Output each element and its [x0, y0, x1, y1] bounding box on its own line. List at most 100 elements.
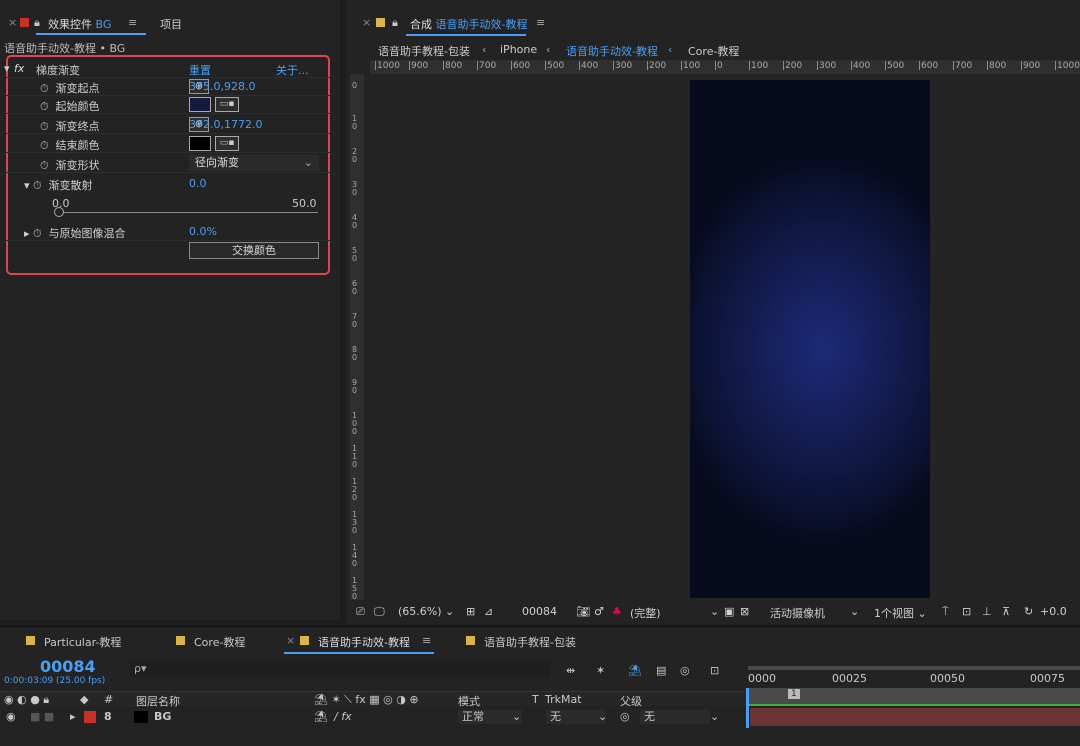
scatter-slider-handle[interactable]	[54, 207, 64, 217]
draft-3d-icon[interactable]: ✶	[596, 664, 605, 677]
eyedropper-icon[interactable]: ▭▪	[215, 97, 239, 112]
comp-marker[interactable]: 1	[788, 689, 800, 699]
expand-arrow-icon[interactable]: ▾	[4, 62, 10, 75]
composition-mini-flowchart-icon[interactable]: ⇹	[566, 664, 575, 677]
shape-dropdown[interactable]: 径向渐变 ⌄	[189, 155, 319, 171]
tab-effect-controls[interactable]: 效果控件 BG	[48, 16, 111, 32]
blend-value[interactable]: 0.0%	[189, 225, 217, 238]
param-label: 渐变终点	[55, 120, 100, 133]
fit-icon[interactable]: ⊞	[466, 605, 475, 618]
scatter-value[interactable]: 0.0	[189, 177, 207, 190]
timeline-icon[interactable]: ⊥	[982, 605, 992, 618]
end-color-swatch[interactable]	[189, 136, 211, 151]
breadcrumb-item-active[interactable]: 语音助手动效-教程	[566, 43, 658, 59]
grid-icon[interactable]: ⊿	[484, 605, 493, 618]
chevron-down-icon[interactable]: ⌄	[850, 605, 859, 618]
shy-switch-icon[interactable]: ⛱	[314, 710, 328, 723]
tab-timeline[interactable]: 语音助手教程-包装	[484, 634, 576, 650]
stopwatch-icon[interactable]: ⏱︎	[40, 100, 52, 114]
tab-timeline[interactable]: Particular-教程	[44, 634, 121, 650]
tab-timeline-active[interactable]: 语音助手动效-教程	[318, 634, 410, 650]
fx-icon[interactable]: fx	[14, 62, 24, 75]
ruler-tick-label: |900	[408, 61, 429, 71]
start-point-value[interactable]: 375.0,928.0	[189, 80, 255, 93]
always-preview-icon[interactable]: ⎚	[356, 605, 365, 619]
resolution-dropdown[interactable]: (完整)	[630, 605, 661, 621]
layer-label-color[interactable]	[84, 711, 96, 726]
close-tab-icon[interactable]: ×	[362, 16, 371, 29]
breadcrumb-item[interactable]: 语音助手教程-包装	[378, 43, 470, 59]
show-snapshot-icon[interactable]: ♂	[594, 605, 604, 618]
reset-exposure-icon[interactable]: ↻	[1024, 605, 1033, 618]
work-area-bar[interactable]	[748, 666, 1080, 670]
chevron-down-icon[interactable]: ⌄	[598, 710, 607, 723]
lock-icon[interactable]: 🔒︎	[392, 16, 398, 30]
stopwatch-icon[interactable]: ⏱︎	[40, 120, 52, 134]
stopwatch-icon[interactable]: ⏱︎	[33, 179, 45, 193]
panel-menu-icon[interactable]: ≡	[128, 16, 137, 29]
tab-project[interactable]: 项目	[160, 16, 182, 32]
param-label: 渐变形状	[55, 159, 100, 172]
active-tab-underline	[406, 34, 526, 36]
timecode[interactable]: 00084	[40, 657, 96, 676]
visibility-icon[interactable]: ◉	[6, 710, 16, 723]
eyedropper-icon[interactable]: ▭▪	[215, 136, 239, 151]
tab-timeline[interactable]: Core-教程	[194, 634, 245, 650]
frame-blending-icon[interactable]: ▤	[656, 664, 666, 677]
views-dropdown[interactable]: 1个视图 ⌄	[874, 605, 927, 621]
expand-arrow-icon[interactable]: ▸	[24, 227, 30, 240]
reset-link[interactable]: 重置	[189, 62, 211, 78]
scatter-slider-track[interactable]	[58, 212, 318, 213]
current-time-indicator[interactable]	[746, 688, 749, 728]
layer-duration-bar[interactable]	[750, 708, 1080, 726]
chevron-down-icon[interactable]: ⌄	[710, 710, 719, 723]
color-channels-icon[interactable]: ♣	[612, 605, 622, 618]
region-of-interest-icon[interactable]: ▣	[724, 605, 734, 618]
start-color-swatch[interactable]	[189, 97, 211, 112]
close-tab-icon[interactable]: ×	[286, 634, 295, 647]
zoom-dropdown[interactable]: (65.6%) ⌄	[398, 605, 454, 618]
tab-composition[interactable]: 合成 语音助手动效-教程	[410, 16, 527, 32]
snapshot-icon[interactable]: 📷︎	[576, 605, 590, 618]
fx-switch-icon[interactable]: ∕ fx	[334, 710, 352, 723]
monitor-icon[interactable]: 🖵︎	[374, 605, 385, 619]
timeline-time-ruler[interactable]: 0000 00025 00050 00075	[748, 660, 1080, 688]
layer-name[interactable]: BG	[154, 710, 171, 723]
about-link[interactable]: 关于...	[276, 62, 309, 78]
end-point-value[interactable]: 372.0,1772.0	[189, 118, 262, 131]
switches-icons: ⛱ ✶ ⟍ fx ▦ ◎ ◑ ⊕	[314, 693, 419, 706]
composition-canvas[interactable]	[690, 80, 930, 598]
expand-arrow-icon[interactable]: ▸	[70, 710, 76, 723]
fast-preview-icon[interactable]: ⊡	[962, 605, 971, 618]
param-blend: ▸ ⏱︎ 与原始图像混合 0.0%	[6, 223, 330, 241]
chevron-down-icon[interactable]: ⌄	[512, 710, 521, 723]
param-label: 结束颜色	[55, 139, 100, 152]
motion-blur-icon[interactable]: ◎	[680, 664, 690, 677]
breadcrumb-item[interactable]: iPhone	[500, 43, 537, 56]
stopwatch-icon[interactable]: ⏱︎	[40, 159, 52, 173]
flowchart-icon[interactable]: ⊼	[1002, 605, 1010, 618]
swap-colors-button[interactable]: 交换颜色	[189, 242, 319, 259]
pickwhip-icon[interactable]: ◎	[620, 710, 630, 723]
exposure-value[interactable]: +0.0	[1040, 605, 1067, 618]
camera-dropdown[interactable]: 活动摄像机	[770, 605, 825, 621]
panel-menu-icon[interactable]: ≡	[536, 16, 545, 29]
close-tab-icon[interactable]: ×	[8, 16, 17, 29]
stopwatch-icon[interactable]: ⏱︎	[33, 227, 45, 241]
stopwatch-icon[interactable]: ⏱︎	[40, 139, 52, 153]
ruler-tick-label: |100	[748, 61, 769, 71]
expand-arrow-icon[interactable]: ▾	[24, 179, 30, 192]
breadcrumb-item[interactable]: Core-教程	[688, 43, 739, 59]
lock-icon[interactable]: 🔒︎	[34, 16, 40, 30]
chevron-down-icon[interactable]: ⌄	[710, 605, 719, 618]
graph-editor-icon[interactable]: ⊡	[710, 664, 719, 677]
search-input[interactable]: ρ▾	[130, 661, 550, 677]
shy-icon[interactable]: ⛱︎	[628, 664, 642, 677]
frame-counter[interactable]: 00084	[522, 605, 557, 618]
toggle-pixel-icon[interactable]: ⍑	[942, 605, 949, 619]
stopwatch-icon[interactable]: ⏱︎	[40, 82, 52, 96]
param-end-point: ⏱︎ 渐变终点 ⊕ 372.0,1772.0	[6, 116, 330, 134]
panel-menu-icon[interactable]: ≡	[422, 634, 431, 647]
layer-row[interactable]: ◉ ■ ■ ▸ 8 BG ⛱ ∕ fx 正常 ⌄ 无 ⌄ ◎ 无 ⌄	[0, 707, 746, 727]
transparency-grid-icon[interactable]: ⊠	[740, 605, 749, 618]
